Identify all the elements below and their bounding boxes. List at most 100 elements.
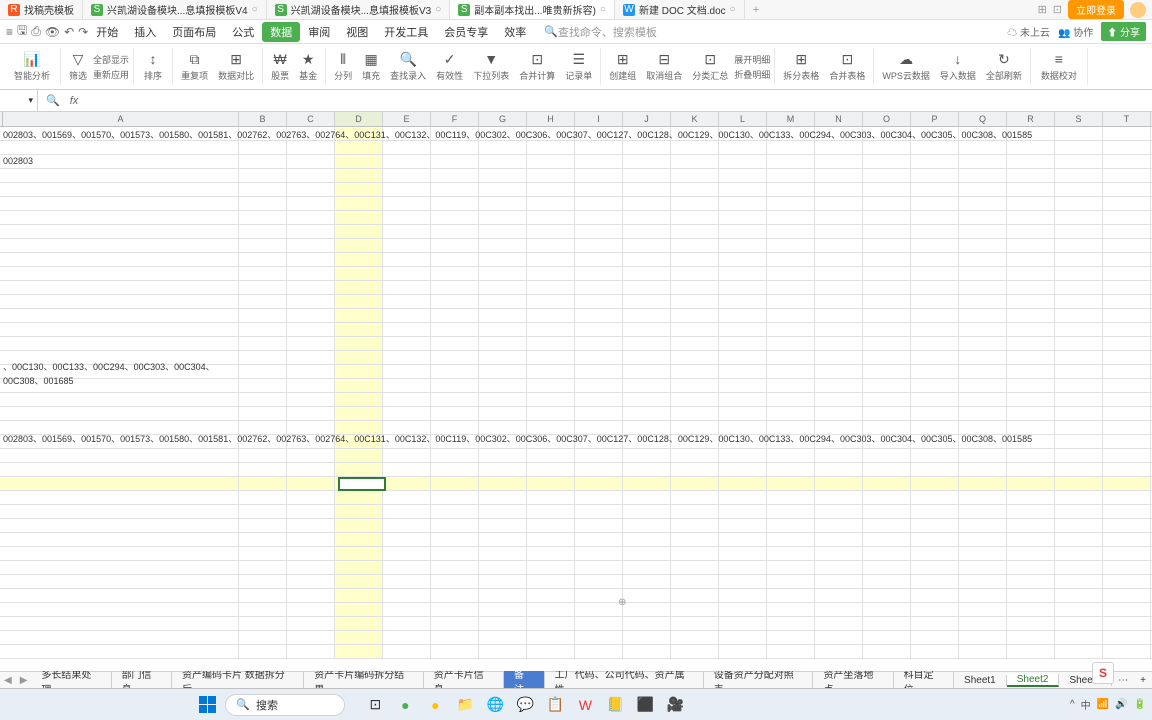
ribbon-merge[interactable]: ⊡合并计算 — [515, 51, 559, 82]
task-icon[interactable]: 📁 — [453, 693, 477, 717]
name-box[interactable]: ▾ — [0, 90, 38, 111]
col-header-o[interactable]: O — [863, 112, 911, 126]
task-icon[interactable]: 📒 — [603, 693, 627, 717]
sheet-tab[interactable]: Sheet1 — [954, 675, 1007, 686]
menu-data[interactable]: 数据 — [262, 22, 300, 42]
sheet-nav-prev[interactable]: ◀ — [0, 675, 16, 686]
ribbon-fund[interactable]: ★基金 — [295, 51, 321, 82]
ribbon-stock[interactable]: ₩股票 — [267, 51, 293, 82]
tab-doc2[interactable]: S兴凯湖设备模块...息填报模板V3○ — [267, 0, 451, 19]
tray-wifi[interactable]: 📶 — [1097, 699, 1109, 710]
menu-devtools[interactable]: 开发工具 — [376, 24, 436, 40]
taskbar-search[interactable]: 🔍搜索 — [225, 694, 345, 716]
login-button[interactable]: 立即登录 — [1068, 0, 1124, 19]
sheet-more[interactable]: ⋯ — [1112, 675, 1134, 686]
sheet-tab-active[interactable]: Sheet2 — [1007, 674, 1060, 687]
user-avatar[interactable] — [1130, 2, 1146, 18]
tray-ime[interactable]: 中 — [1081, 697, 1091, 712]
close-icon[interactable]: ○ — [730, 4, 736, 15]
coop-button[interactable]: 👥 协作 — [1058, 24, 1093, 39]
redo-icon[interactable]: ↷ — [78, 25, 88, 39]
menu-start[interactable]: 开始 — [88, 24, 126, 40]
task-icon[interactable]: 🎥 — [663, 693, 687, 717]
tab-template[interactable]: R找稿壳模板 — [0, 0, 83, 19]
menu-icon[interactable]: ≡ — [6, 25, 13, 39]
tab-doc3[interactable]: S副本副本找出...唯贵新拆容)○ — [450, 0, 615, 19]
start-button[interactable] — [197, 695, 217, 715]
ribbon-import[interactable]: ↓导入数据 — [936, 51, 980, 82]
new-tab-button[interactable]: + — [745, 4, 767, 16]
menu-review[interactable]: 审阅 — [300, 24, 338, 40]
save-icon[interactable]: 🖫 — [17, 21, 27, 42]
ribbon-refresh[interactable]: ↻全部刷新 — [982, 51, 1026, 82]
col-header-a[interactable]: A — [3, 112, 239, 126]
tab-doc4[interactable]: W新建 DOC 文档.doc○ — [615, 0, 745, 19]
sheet-add[interactable]: + — [1134, 675, 1152, 686]
fx-label[interactable]: fx — [70, 95, 79, 107]
preview-icon[interactable]: 👁 — [45, 25, 60, 39]
ribbon-dropdown[interactable]: ▼下拉列表 — [469, 51, 513, 82]
col-header-b[interactable]: B — [239, 112, 287, 126]
ribbon-validity[interactable]: ✓有效性 — [432, 51, 467, 82]
menu-view[interactable]: 视图 — [338, 24, 376, 40]
task-icon[interactable]: W — [573, 693, 597, 717]
close-icon[interactable]: ○ — [600, 4, 606, 15]
col-header-c[interactable]: C — [287, 112, 335, 126]
undo-icon[interactable]: ↶ — [64, 25, 74, 39]
col-header-d[interactable]: D — [335, 112, 383, 126]
col-header-f[interactable]: F — [431, 112, 479, 126]
tray-sound[interactable]: 🔊 — [1115, 699, 1127, 710]
tray-battery[interactable]: 🔋 — [1134, 699, 1146, 710]
col-header-e[interactable]: E — [383, 112, 431, 126]
command-search[interactable]: 🔍 查找命令、搜索模板 — [544, 24, 657, 40]
col-header-l[interactable]: L — [719, 112, 767, 126]
col-header-p[interactable]: P — [911, 112, 959, 126]
task-icon[interactable]: ● — [393, 693, 417, 717]
spreadsheet-grid[interactable]: A B C D E F G H I J K L M N O P Q R S T … — [0, 112, 1152, 671]
menu-insert[interactable]: 插入 — [126, 24, 164, 40]
col-header-k[interactable]: K — [671, 112, 719, 126]
col-header-t[interactable]: T — [1103, 112, 1151, 126]
ribbon-expand[interactable]: 展开明细 — [734, 53, 770, 66]
task-icon[interactable]: 💬 — [513, 693, 537, 717]
grid-icon[interactable]: ⊞ — [1038, 3, 1047, 16]
col-header-g[interactable]: G — [479, 112, 527, 126]
apps-icon[interactable]: ⊡ — [1053, 3, 1062, 16]
ribbon-fill[interactable]: ▦填充 — [358, 51, 384, 82]
col-header-h[interactable]: H — [527, 112, 575, 126]
task-icon[interactable]: 📋 — [543, 693, 567, 717]
menu-efficiency[interactable]: 效率 — [496, 24, 534, 40]
ribbon-cloud[interactable]: ☁WPS云数据 — [878, 51, 934, 82]
task-icon[interactable]: ⊡ — [363, 693, 387, 717]
task-icon[interactable]: ⬛ — [633, 693, 657, 717]
sheet-nav-next[interactable]: ▶ — [16, 675, 32, 686]
ribbon-showall[interactable]: 全部显示 — [93, 53, 129, 66]
ribbon-splittable[interactable]: ⊞拆分表格 — [779, 51, 823, 82]
col-header-j[interactable]: J — [623, 112, 671, 126]
grid-body[interactable]: 002803、001569、001570、001573、001580、00158… — [0, 127, 1152, 671]
col-header-s[interactable]: S — [1055, 112, 1103, 126]
ribbon-compare[interactable]: ⊞数据对比 — [214, 51, 258, 82]
ribbon-filter[interactable]: ▽筛选 — [65, 51, 91, 82]
zoom-icon[interactable]: 🔍 — [46, 94, 60, 107]
col-header-r[interactable]: R — [1007, 112, 1055, 126]
menu-formula[interactable]: 公式 — [224, 24, 262, 40]
ribbon-reapply[interactable]: 重新应用 — [93, 68, 129, 81]
active-cell[interactable] — [338, 477, 386, 491]
ribbon-record[interactable]: ☰记录单 — [561, 51, 596, 82]
share-button[interactable]: ⬆ 分享 — [1101, 22, 1146, 41]
ribbon-subtotal[interactable]: ⊡分类汇总 — [688, 51, 732, 82]
ime-indicator[interactable]: S — [1092, 662, 1114, 684]
col-header-n[interactable]: N — [815, 112, 863, 126]
ribbon-proofread[interactable]: ≡数据校对 — [1037, 51, 1081, 82]
col-header-m[interactable]: M — [767, 112, 815, 126]
ribbon-collapse[interactable]: 折叠明细 — [734, 68, 770, 81]
ribbon-split[interactable]: ⫴分列 — [330, 51, 356, 82]
tray-expand[interactable]: ^ — [1070, 699, 1075, 710]
menu-member[interactable]: 会员专享 — [436, 24, 496, 40]
ribbon-group-create[interactable]: ⊞创建组 — [605, 51, 640, 82]
menu-layout[interactable]: 页面布局 — [164, 24, 224, 40]
tab-doc1[interactable]: S兴凯湖设备模块...息填报模板V4○ — [83, 0, 267, 19]
task-icon[interactable]: ● — [423, 693, 447, 717]
cloud-status[interactable]: ☁ 未上云 — [1007, 24, 1050, 39]
